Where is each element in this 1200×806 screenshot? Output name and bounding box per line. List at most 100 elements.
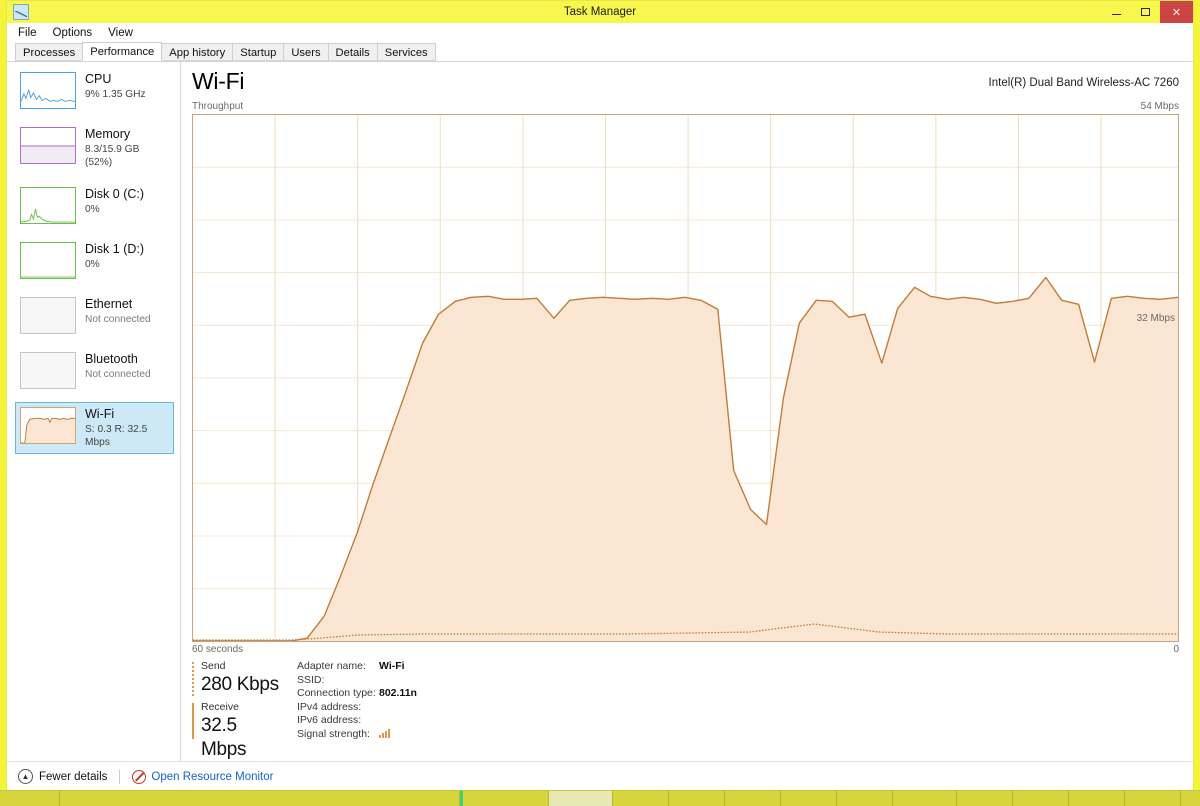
- maximize-icon: [1141, 8, 1150, 16]
- info-key: Connection type:: [297, 687, 376, 700]
- tab-startup[interactable]: Startup: [232, 43, 285, 61]
- disk0-thumbnail-graph: [20, 187, 76, 224]
- tab-performance[interactable]: Performance: [82, 42, 163, 61]
- signal-strength-icon: [379, 728, 390, 738]
- info-row: Connection type: 802.11n: [297, 687, 417, 701]
- fewer-details-button[interactable]: ▲ Fewer details: [18, 769, 107, 784]
- sidebar-item-sub: Not connected: [85, 369, 151, 380]
- taskbar-segment[interactable]: [781, 791, 837, 806]
- content-area: CPU 9% 1.35 GHz Memory 8.3/15.9 GB (52%): [7, 62, 1193, 761]
- info-key: IPv6 address:: [297, 714, 362, 727]
- sidebar-item-bluetooth[interactable]: Bluetooth Not connected: [15, 347, 174, 394]
- stats-area: Send 280 Kbps Receive 32.5 Mbps Adapter …: [192, 660, 1179, 770]
- taskbar-segment[interactable]: [957, 791, 1013, 806]
- taskbar-segment[interactable]: [725, 791, 781, 806]
- receive-area: [193, 277, 1178, 641]
- minimize-icon: [1112, 14, 1121, 15]
- bluetooth-thumbnail-graph: [20, 352, 76, 389]
- taskbar[interactable]: [0, 790, 1200, 806]
- info-key: IPv4 address:: [297, 700, 362, 713]
- sidebar-disk0-text: Disk 0 (C:) 0%: [85, 187, 144, 216]
- tab-users[interactable]: Users: [283, 43, 329, 61]
- tab-app-history[interactable]: App history: [161, 43, 234, 61]
- sidebar-bluetooth-text: Bluetooth Not connected: [85, 352, 151, 381]
- performance-sidebar: CPU 9% 1.35 GHz Memory 8.3/15.9 GB (52%): [7, 62, 181, 761]
- maximize-button[interactable]: [1131, 1, 1160, 23]
- menu-item-options[interactable]: Options: [53, 27, 93, 39]
- sidebar-item-sub: S: 0.3 R: 32.5 Mbps: [85, 424, 148, 448]
- info-row: Signal strength:: [297, 728, 417, 742]
- info-row: Adapter name: Wi-Fi: [297, 660, 417, 674]
- taskbar-segment[interactable]: [1125, 791, 1181, 806]
- tab-strip: Processes Performance App history Startu…: [7, 42, 1193, 62]
- sidebar-item-ethernet[interactable]: Ethernet Not connected: [15, 292, 174, 339]
- sidebar-wifi-text: Wi-Fi S: 0.3 R: 32.5 Mbps: [85, 407, 169, 449]
- receive-value: 32.5 Mbps: [201, 715, 247, 760]
- tab-details[interactable]: Details: [327, 43, 378, 61]
- taskbar-segment[interactable]: [1013, 791, 1069, 806]
- performance-main-panel: Wi-Fi Intel(R) Dual Band Wireless-AC 726…: [181, 62, 1193, 761]
- taskbar-segment[interactable]: [893, 791, 957, 806]
- info-row: SSID:: [297, 674, 417, 688]
- sidebar-item-cpu[interactable]: CPU 9% 1.35 GHz: [15, 67, 174, 114]
- sidebar-item-sub: Not connected: [85, 314, 151, 325]
- graph-caption-left: Throughput: [192, 101, 244, 112]
- task-manager-window: Task Manager ✕ File Options View Process…: [6, 0, 1194, 792]
- open-resource-monitor-label: Open Resource Monitor: [151, 770, 274, 783]
- disk1-thumbnail-graph: [20, 242, 76, 279]
- info-row: IPv4 address:: [297, 701, 417, 715]
- sidebar-item-disk-1[interactable]: Disk 1 (D:) 0%: [15, 237, 174, 284]
- fewer-details-label: Fewer details: [39, 770, 108, 783]
- sidebar-item-disk-0[interactable]: Disk 0 (C:) 0%: [15, 182, 174, 229]
- wifi-thumbnail-graph: [20, 407, 76, 444]
- minimize-button[interactable]: [1102, 1, 1131, 23]
- sidebar-item-sub: 9% 1.35 GHz: [85, 89, 146, 100]
- inline-32mbps-label: 32 Mbps: [1136, 313, 1175, 324]
- receive-color-swatch: [192, 703, 194, 739]
- taskbar-segment[interactable]: [837, 791, 893, 806]
- status-divider: [119, 769, 121, 784]
- taskbar-segment[interactable]: [669, 791, 725, 806]
- taskbar-segment-active[interactable]: [549, 791, 613, 806]
- sidebar-item-label: Wi-Fi: [85, 407, 115, 421]
- sidebar-item-wifi[interactable]: Wi-Fi S: 0.3 R: 32.5 Mbps: [15, 402, 174, 454]
- adapter-name-heading: Intel(R) Dual Band Wireless-AC 7260: [988, 77, 1179, 89]
- sidebar-item-label: Disk 0 (C:): [85, 187, 145, 201]
- throughput-stats-column: Send 280 Kbps Receive 32.5 Mbps: [192, 660, 287, 770]
- sidebar-item-label: Bluetooth: [85, 352, 138, 366]
- status-bar: ▲ Fewer details Open Resource Monitor: [7, 761, 1193, 791]
- task-manager-icon: [13, 4, 29, 20]
- taskbar-segment[interactable]: [1069, 791, 1125, 806]
- sidebar-item-memory[interactable]: Memory 8.3/15.9 GB (52%): [15, 122, 174, 174]
- taskbar-segment[interactable]: [0, 791, 60, 806]
- taskbar-segment[interactable]: [613, 791, 669, 806]
- sidebar-item-label: CPU: [85, 72, 112, 86]
- sidebar-memory-text: Memory 8.3/15.9 GB (52%): [85, 127, 169, 169]
- taskbar-segment[interactable]: [463, 791, 549, 806]
- tab-services[interactable]: Services: [376, 43, 436, 61]
- info-key: SSID:: [297, 673, 325, 686]
- title-bar[interactable]: Task Manager ✕: [7, 1, 1193, 23]
- send-value: 280 Kbps: [201, 674, 279, 695]
- send-label: Send: [201, 660, 226, 672]
- throughput-graph[interactable]: [192, 114, 1179, 642]
- axis-label-left: 60 seconds: [192, 644, 244, 655]
- memory-thumbnail-graph: [20, 127, 76, 164]
- info-row: IPv6 address:: [297, 714, 417, 728]
- sidebar-item-label: Ethernet: [85, 297, 133, 311]
- open-resource-monitor-link[interactable]: Open Resource Monitor: [132, 769, 274, 784]
- info-value: 802.11n: [379, 687, 417, 700]
- taskbar-segment[interactable]: [60, 791, 460, 806]
- graph-caption-right: 54 Mbps: [1140, 101, 1179, 112]
- sidebar-item-sub: 8.3/15.9 GB (52%): [85, 144, 140, 168]
- info-key: Signal strength:: [297, 727, 370, 740]
- adapter-info-table: Adapter name: Wi-Fi SSID: Connection typ…: [297, 660, 417, 770]
- menu-item-view[interactable]: View: [108, 27, 133, 39]
- close-button[interactable]: ✕: [1160, 1, 1193, 23]
- main-header: Wi-Fi Intel(R) Dual Band Wireless-AC 726…: [192, 67, 1179, 101]
- window-controls: ✕: [1102, 1, 1193, 23]
- sidebar-cpu-text: CPU 9% 1.35 GHz: [85, 72, 146, 101]
- tab-processes[interactable]: Processes: [15, 43, 84, 61]
- menu-item-file[interactable]: File: [18, 27, 37, 39]
- cpu-thumbnail-graph: [20, 72, 76, 109]
